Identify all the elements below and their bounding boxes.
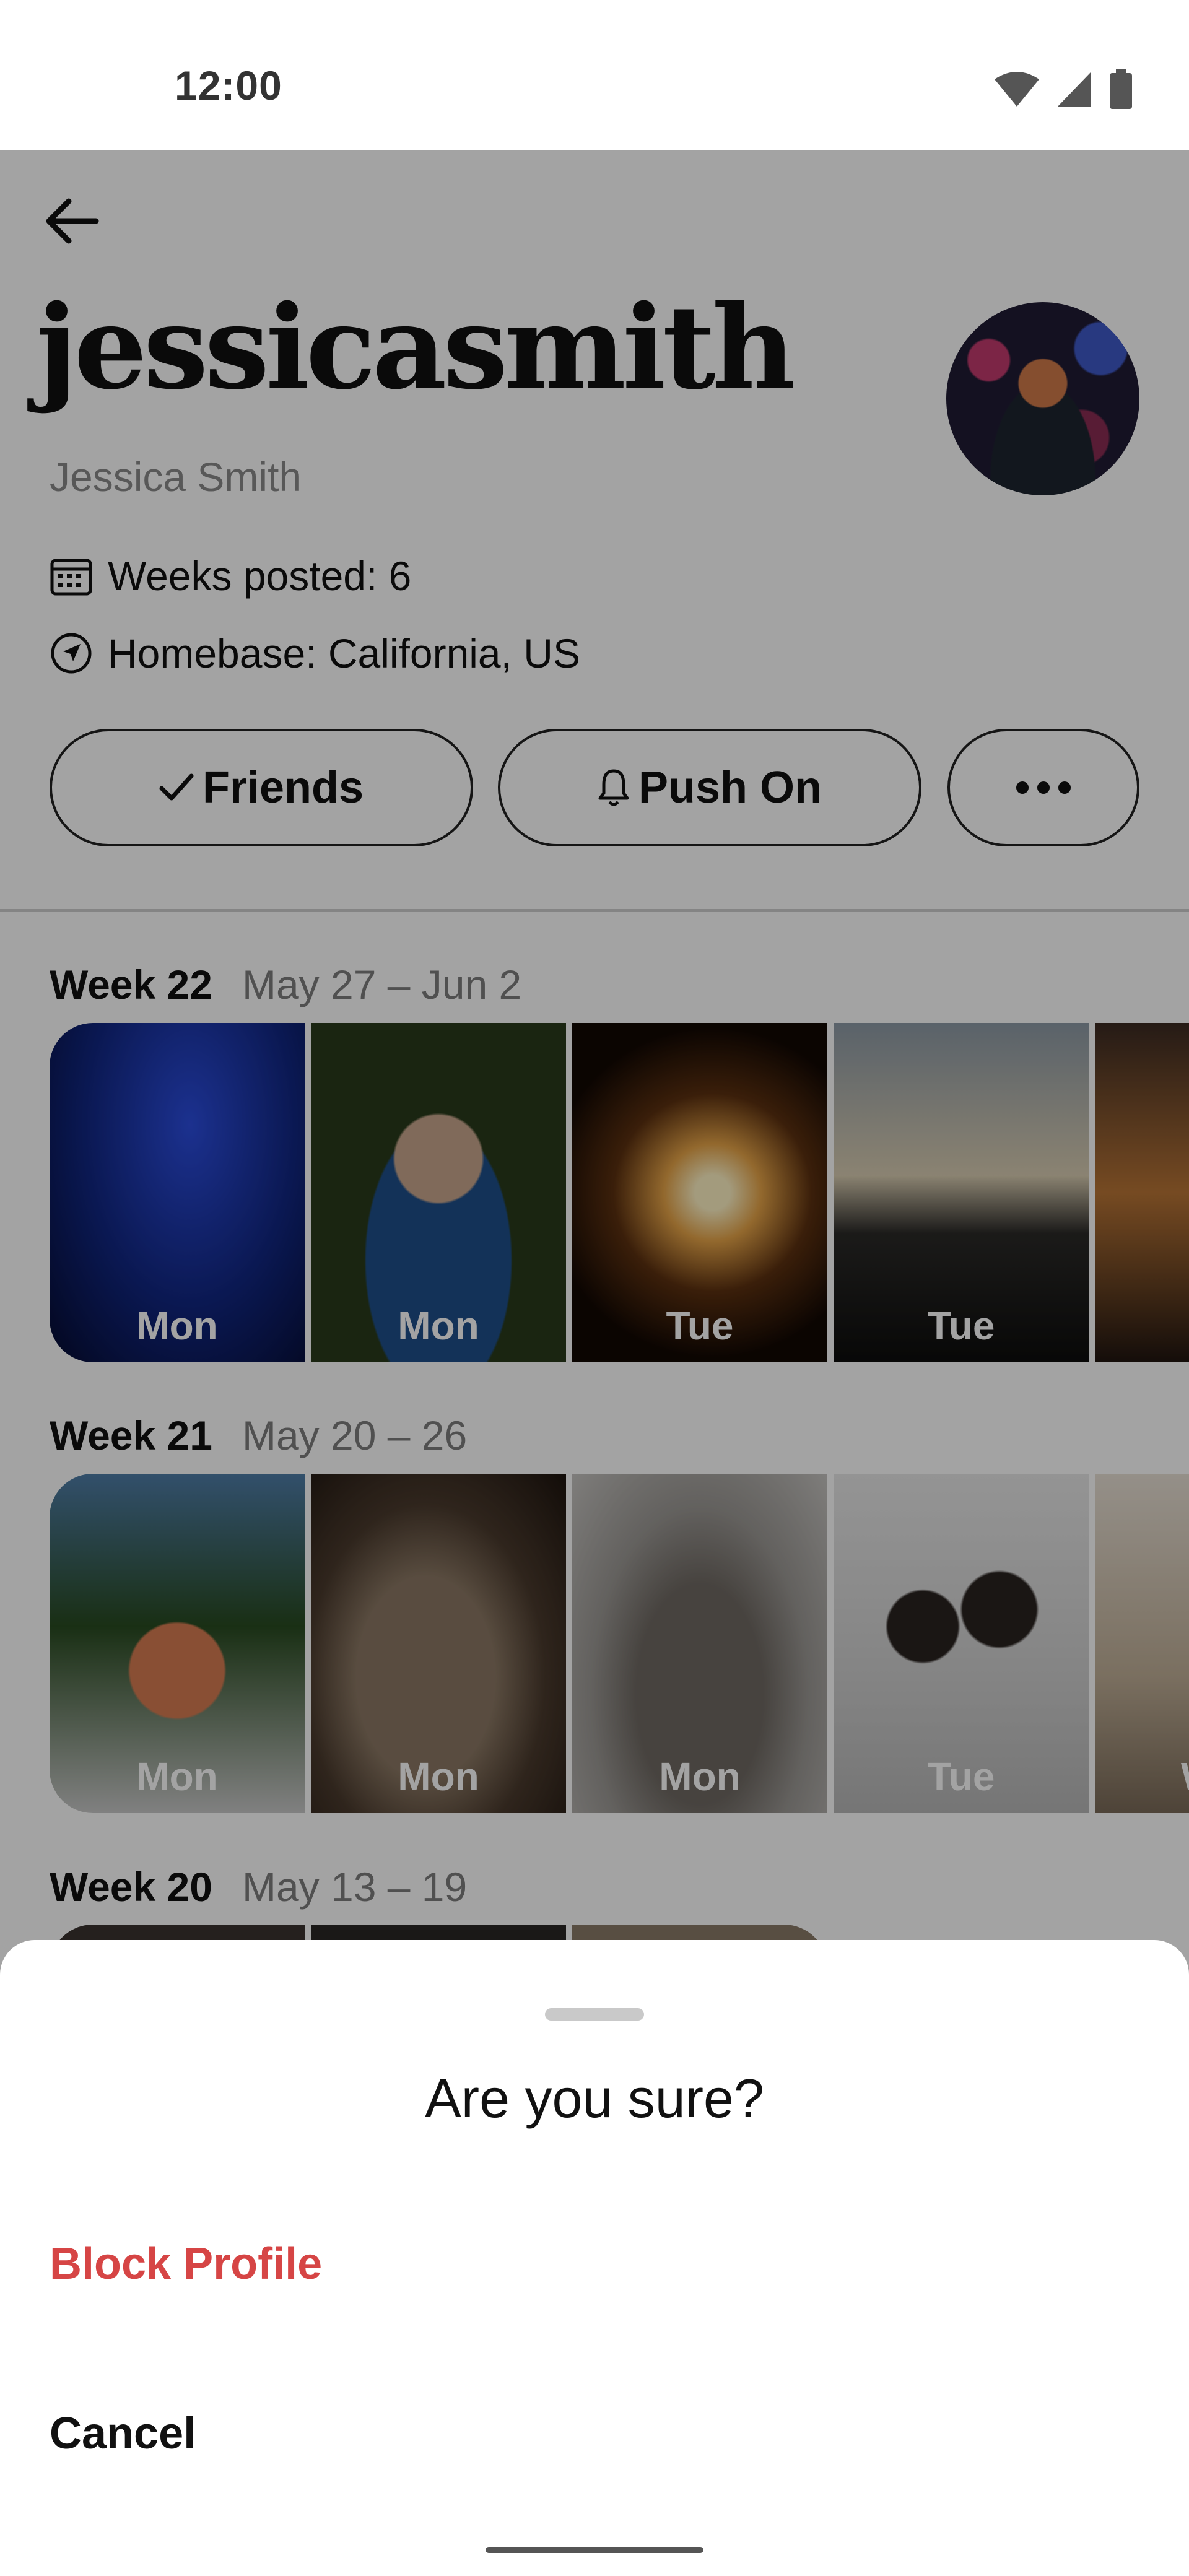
wifi-icon [995, 72, 1039, 107]
battery-icon [1110, 69, 1132, 109]
cancel-button[interactable]: Cancel [50, 2408, 196, 2459]
status-bar: 12:00 [0, 0, 1189, 150]
sheet-title: Are you sure? [425, 2068, 764, 2129]
confirm-bottom-sheet: Are you sure? Block Profile Cancel [0, 1940, 1189, 2576]
gesture-nav-bar[interactable] [486, 2547, 703, 2553]
block-profile-button[interactable]: Block Profile [50, 2239, 322, 2289]
status-clock: 12:00 [175, 63, 282, 108]
cellular-icon [1058, 72, 1091, 107]
status-icons [993, 69, 1133, 109]
drag-handle[interactable] [545, 2008, 644, 2021]
